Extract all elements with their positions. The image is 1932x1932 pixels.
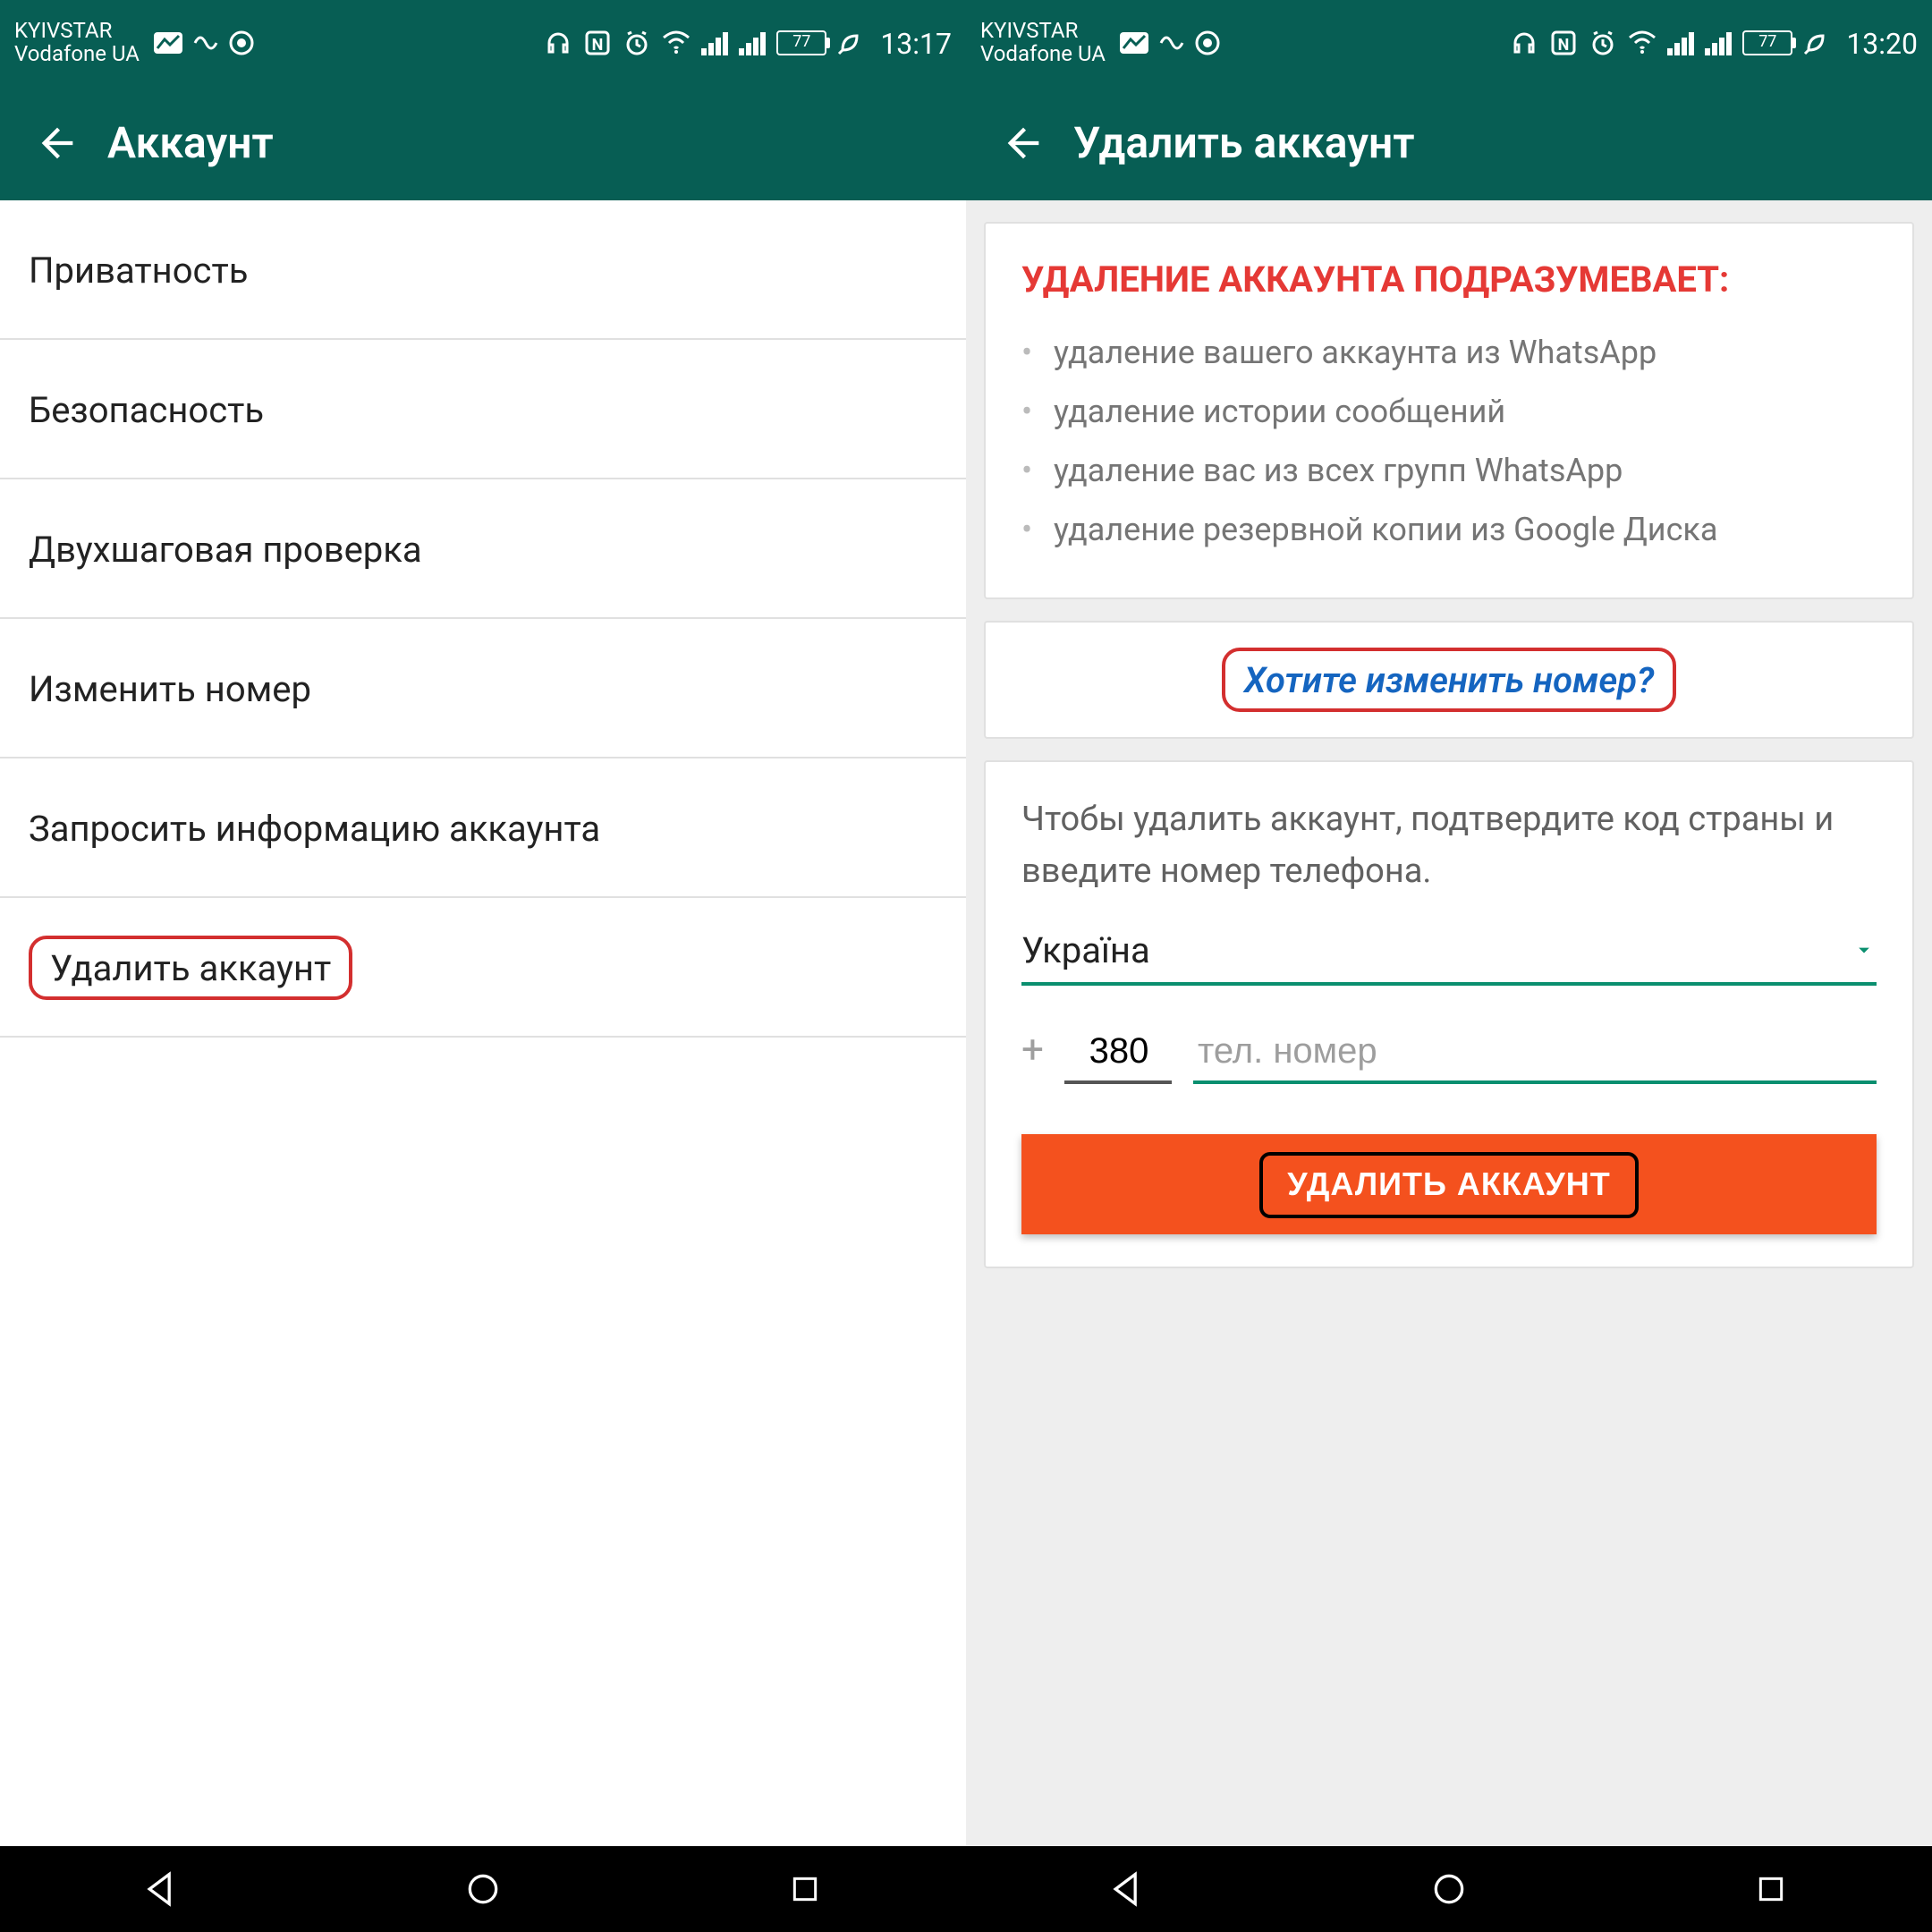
bullet-item: удаление вас из всех групп WhatsApp (1021, 447, 1877, 496)
link-label: Хотите изменить номер? (1244, 658, 1654, 701)
carrier-1: KYIVSTAR (980, 21, 1106, 43)
carrier-2: Vodafone UA (980, 43, 1106, 65)
item-label: Безопасность (29, 387, 264, 430)
leaf-icon (1803, 30, 1828, 55)
item-two-step[interactable]: Двухшаговая проверка (0, 479, 966, 619)
nfc-icon: N (1549, 29, 1578, 57)
wifi-icon (662, 30, 691, 55)
nfc-icon: N (583, 29, 612, 57)
country-name: Україна (1021, 928, 1852, 971)
warning-card: УДАЛЕНИЕ АККАУНТА ПОДРАЗУМЕВАЕТ: удалени… (984, 222, 1914, 599)
plus-sign: + (1021, 1029, 1044, 1084)
alarm-icon (1589, 29, 1617, 57)
app-bar: Удалить аккаунт (966, 86, 1932, 200)
android-nav-bar (966, 1846, 1932, 1932)
leaf-icon (837, 30, 862, 55)
svg-text:N: N (1558, 36, 1570, 55)
item-delete-account[interactable]: Удалить аккаунт (0, 898, 966, 1038)
nav-recent-button[interactable] (773, 1857, 837, 1921)
nav-back-button[interactable] (129, 1857, 193, 1921)
item-label: Изменить номер (29, 666, 311, 709)
country-code-input[interactable] (1065, 1025, 1173, 1084)
warning-heading: УДАЛЕНИЕ АККАУНТА ПОДРАЗУМЕВАЕТ: (1021, 256, 1877, 304)
item-security[interactable]: Безопасность (0, 340, 966, 479)
signal-2-icon (739, 30, 766, 55)
android-nav-bar (0, 1846, 966, 1932)
delete-account-button[interactable]: УДАЛИТЬ АККАУНТ (1021, 1134, 1877, 1234)
app-bar: Аккаунт (0, 86, 966, 200)
carrier-2: Vodafone UA (14, 43, 140, 65)
headset-icon (544, 29, 572, 57)
alarm-icon (623, 29, 651, 57)
wave-icon (1159, 32, 1184, 54)
item-label: Запросить информацию аккаунта (29, 806, 600, 849)
nav-back-button[interactable] (1095, 1857, 1159, 1921)
confirm-card: Чтобы удалить аккаунт, подтвердите код с… (984, 760, 1914, 1268)
carrier-1: KYIVSTAR (14, 21, 140, 43)
item-change-number[interactable]: Изменить номер (0, 619, 966, 758)
signal-1-icon (1667, 30, 1694, 55)
page-title: Удалить аккаунт (1073, 118, 1415, 168)
dropdown-icon (1852, 937, 1877, 962)
battery-icon: 77 (1742, 30, 1792, 55)
status-bar: KYIVSTAR Vodafone UA N 77 13:20 (966, 0, 1932, 86)
clock-time: 13:20 (1846, 26, 1918, 60)
status-bar: KYIVSTAR Vodafone UA N 77 13:17 (0, 0, 966, 86)
bullet-item: удаление истории сообщений (1021, 388, 1877, 436)
wifi-icon (1628, 30, 1657, 55)
back-button[interactable] (14, 100, 100, 186)
chart-icon (1120, 32, 1148, 54)
chart-icon (154, 32, 182, 54)
phone-right: KYIVSTAR Vodafone UA N 77 13:20 (966, 0, 1932, 1932)
svg-text:N: N (592, 36, 604, 55)
highlight-annotation: Хотите изменить номер? (1223, 648, 1675, 712)
nav-recent-button[interactable] (1739, 1857, 1803, 1921)
item-label: Удалить аккаунт (50, 945, 331, 988)
chrome-icon (229, 30, 254, 55)
bullet-item: удаление резервной копии из Google Диска (1021, 506, 1877, 555)
chrome-icon (1195, 30, 1220, 55)
country-selector[interactable]: Україна (1021, 928, 1877, 986)
change-number-card: Хотите изменить номер? (984, 621, 1914, 739)
nav-home-button[interactable] (1417, 1857, 1481, 1921)
phone-left: KYIVSTAR Vodafone UA N 77 13:17 (0, 0, 966, 1932)
back-button[interactable] (980, 100, 1066, 186)
bullet-item: удаление вашего аккаунта из WhatsApp (1021, 329, 1877, 377)
signal-1-icon (701, 30, 728, 55)
nav-home-button[interactable] (451, 1857, 515, 1921)
highlight-annotation: Удалить аккаунт (29, 935, 352, 999)
item-privacy[interactable]: Приватность (0, 200, 966, 340)
delete-account-body: УДАЛЕНИЕ АККАУНТА ПОДРАЗУМЕВАЕТ: удалени… (966, 200, 1932, 1846)
phone-number-input[interactable] (1194, 1025, 1877, 1084)
signal-2-icon (1705, 30, 1732, 55)
change-number-link[interactable]: Хотите изменить номер? (1223, 658, 1675, 701)
highlight-annotation: УДАЛИТЬ АККАУНТ (1258, 1151, 1640, 1217)
item-label: Приватность (29, 248, 248, 291)
headset-icon (1510, 29, 1538, 57)
item-label: Двухшаговая проверка (29, 527, 422, 570)
warning-bullets: удаление вашего аккаунта из WhatsApp уда… (1021, 329, 1877, 555)
page-title: Аккаунт (107, 118, 274, 168)
button-label: УДАЛИТЬ АККАУНТ (1287, 1165, 1611, 1201)
wave-icon (193, 32, 218, 54)
phone-input-row: + (1021, 1025, 1877, 1084)
item-request-info[interactable]: Запросить информацию аккаунта (0, 758, 966, 898)
battery-icon: 77 (776, 30, 826, 55)
settings-list: Приватность Безопасность Двухшаговая про… (0, 200, 966, 1846)
clock-time: 13:17 (880, 26, 952, 60)
instruction-text: Чтобы удалить аккаунт, подтвердите код с… (1021, 794, 1877, 896)
